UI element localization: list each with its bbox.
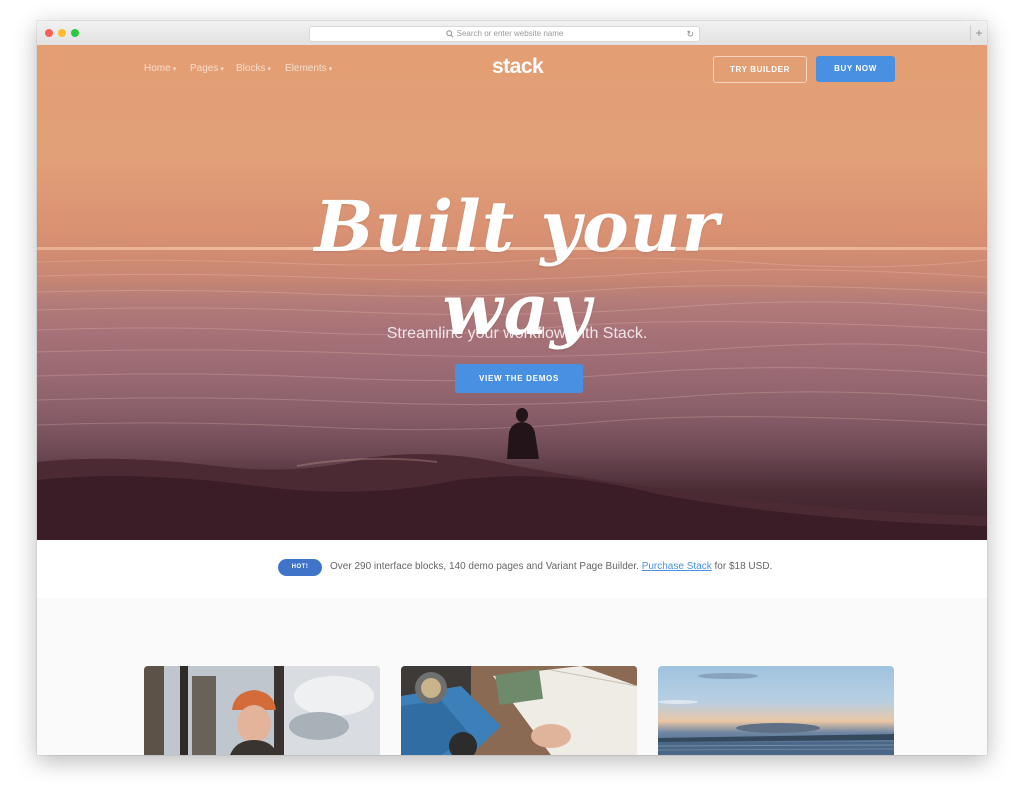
maximize-window-button[interactable] [71,29,79,37]
hot-badge: HOT! [278,559,322,576]
announcement-bar: HOT! Over 290 interface blocks, 140 demo… [37,540,987,598]
image-card-desk[interactable] [401,666,637,755]
nav-item-home[interactable]: Home ▾ [144,63,176,74]
portrait-photo [144,666,380,755]
browser-toolbar: Search or enter website name ↻ + [37,21,987,46]
chevron-down-icon: ▾ [267,66,271,73]
nav-item-pages[interactable]: Pages ▾ [190,63,224,74]
sea-photo [658,673,894,755]
magnifier-icon [445,30,454,38]
nav-item-label: Home [144,63,171,74]
minimize-window-button[interactable] [58,29,66,37]
nav-item-label: Blocks [236,63,266,74]
nav-item-label: Elements [285,63,327,74]
chevron-down-icon: ▾ [172,66,177,73]
purchase-stack-link[interactable]: Purchase Stack [642,561,712,572]
address-bar[interactable]: Search or enter website name ↻ [309,26,700,42]
nav-item-elements[interactable]: Elements ▾ [285,63,332,74]
view-demos-button[interactable]: VIEW THE DEMOS [455,364,583,393]
chevron-down-icon: ▾ [220,66,224,73]
address-bar-placeholder: Search or enter website name [456,29,564,38]
buy-now-button[interactable]: BUY NOW [816,56,895,82]
announcement-price: for $18 USD. [714,561,773,572]
plus-icon[interactable]: + [970,25,987,41]
close-window-button[interactable] [45,29,53,37]
announcement-text: Over 290 interface blocks, 140 demo page… [330,561,772,572]
nav-item-label: Pages [190,63,219,74]
try-builder-button[interactable]: TRY BUILDER [713,56,807,83]
browser-window: Search or enter website name ↻ + Home ▾ P… [37,21,987,755]
hero-subheadline: Streamline your workflow with Stack. [386,325,648,342]
desk-photo [401,666,637,755]
hero-section: Home ▾ Pages ▾ Blocks ▾ Elements ▾ stack TRY… [37,45,987,540]
foreground-wave [37,454,987,540]
site-logo[interactable]: stack [492,55,544,79]
nav-item-blocks[interactable]: Blocks ▾ [236,63,271,74]
reload-icon[interactable]: ↻ [686,27,694,41]
announcement-message: Over 290 interface blocks, 140 demo page… [330,561,639,572]
chevron-down-icon: ▾ [328,66,333,73]
image-card-sea[interactable] [658,666,894,755]
image-card-portrait[interactable] [144,666,380,755]
